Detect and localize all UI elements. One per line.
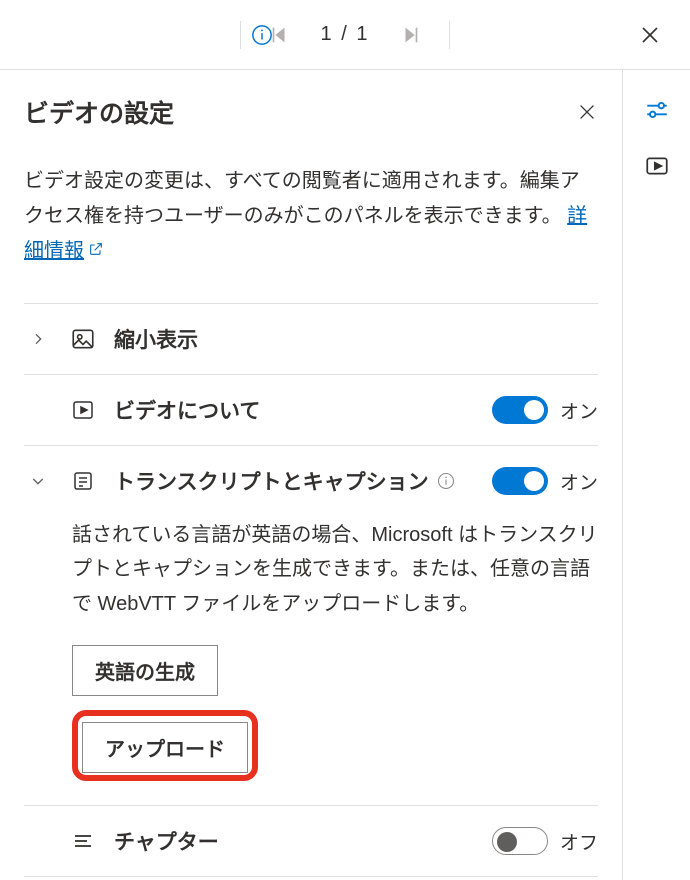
panel-description: ビデオ設定の変更は、すべての閲覧者に適用されます。編集アクセス権を持つユーザーの…: [24, 164, 598, 269]
chevron-down-icon[interactable]: [24, 473, 52, 489]
next-page-button[interactable]: [387, 11, 435, 59]
description-text: ビデオ設定の変更は、すべての閲覧者に適用されます。編集アクセス権を持つユーザーの…: [24, 170, 580, 227]
info-icon[interactable]: [238, 11, 286, 59]
video-play-icon[interactable]: [633, 142, 681, 190]
page-counter: 1 / 1: [303, 23, 388, 46]
chapters-toggle-label: オフ: [560, 828, 598, 855]
generate-english-button[interactable]: 英語の生成: [72, 645, 218, 696]
transcript-icon: [68, 469, 98, 493]
chapters-toggle[interactable]: [492, 827, 548, 855]
upload-highlight: アップロード: [72, 710, 258, 781]
upload-button[interactable]: アップロード: [82, 722, 248, 773]
image-icon: [68, 326, 98, 352]
transcript-title: トランスクリプトとキャプション: [114, 466, 429, 496]
transcript-toggle[interactable]: [492, 467, 548, 495]
section-chapters: チャプター オフ: [24, 805, 598, 877]
thumbnail-title: 縮小表示: [114, 324, 598, 354]
video-settings-panel: ビデオの設定 ビデオ設定の変更は、すべての閲覧者に適用されます。編集アクセス権を…: [0, 70, 622, 880]
panel-close-icon[interactable]: [576, 101, 598, 123]
about-video-toggle[interactable]: [492, 396, 548, 424]
about-video-title: ビデオについて: [114, 395, 476, 425]
transcript-toggle-label: オン: [560, 468, 598, 495]
info-icon[interactable]: [437, 472, 455, 490]
chevron-right-icon[interactable]: [24, 331, 52, 347]
about-toggle-label: オン: [560, 397, 598, 424]
settings-sliders-icon[interactable]: [633, 86, 681, 134]
play-box-icon: [68, 398, 98, 422]
separator: [449, 21, 450, 49]
external-link-icon: [88, 241, 104, 257]
right-rail: [622, 70, 690, 880]
section-thumbnail: 縮小表示: [24, 303, 598, 374]
close-icon[interactable]: [638, 23, 662, 47]
chapters-icon: [68, 829, 98, 853]
panel-title: ビデオの設定: [24, 94, 174, 130]
section-transcript: トランスクリプトとキャプション オン 話されている言語が英語の場合、Micros…: [24, 445, 598, 805]
chapters-title: チャプター: [114, 826, 476, 856]
top-toolbar: 1 / 1: [0, 0, 690, 70]
section-about-video: ビデオについて オン: [24, 374, 598, 445]
transcript-description: 話されている言語が英語の場合、Microsoft はトランスクリプトとキャプショ…: [72, 518, 598, 621]
